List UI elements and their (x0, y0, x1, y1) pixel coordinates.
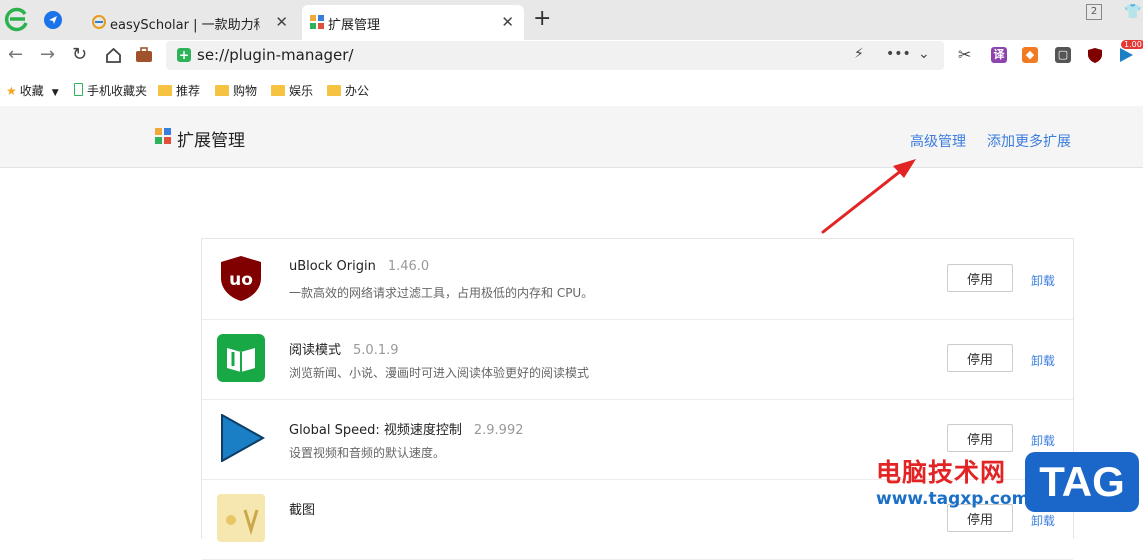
extension-name: Global Speed: 视频速度控制 2.9.992 (289, 419, 524, 438)
extension-name: 截图 (289, 499, 315, 518)
more-icon[interactable]: ••• (886, 46, 911, 62)
extension-row-ublock: uo uBlock Origin 1.46.0 一款高效的网络请求过滤工具，占用极… (202, 239, 1073, 320)
watermark-site-name: 电脑技术网 (876, 458, 1007, 487)
bookmark-folder-office[interactable]: 办公 (327, 82, 369, 99)
extension-name-text: 截图 (289, 503, 316, 518)
address-bar[interactable]: + se://plugin-manager/ ⚡ ••• ⌄ (166, 41, 944, 70)
bookmark-folder-entertainment[interactable]: 娱乐 (271, 82, 313, 99)
folder-icon (215, 85, 229, 96)
extension-manager-logo-icon (155, 128, 171, 144)
folder-icon (158, 85, 172, 96)
home-icon[interactable] (105, 47, 122, 63)
uninstall-link[interactable]: 卸载 (1031, 352, 1055, 369)
extension-row-reading-mode: 阅读模式 5.0.1.9 浏览新闻、小说、漫画时可进入阅读体验更好的阅读模式 停用… (202, 319, 1073, 400)
game-icon[interactable]: ◆ (1022, 47, 1038, 63)
close-tab-icon[interactable]: ✕ (501, 13, 514, 31)
bookmarks-bar: ★ 收藏 ▼ 手机收藏夹 推荐 购物 娱乐 办公 (0, 73, 1143, 106)
extension-version: 5.0.1.9 (353, 343, 399, 358)
briefcase-icon[interactable] (135, 46, 153, 63)
advanced-management-link[interactable]: 高级管理 (910, 131, 966, 151)
reader-icon[interactable]: ▢ (1055, 47, 1071, 63)
bookmark-label: 手机收藏夹 (87, 84, 148, 98)
bookmark-label: 收藏 (19, 84, 44, 98)
url-text[interactable]: se://plugin-manager/ (197, 46, 353, 64)
skin-icon[interactable]: 👕 (1124, 4, 1141, 20)
easyscholar-favicon-icon (92, 15, 106, 29)
disable-button[interactable]: 停用 (947, 264, 1013, 292)
tab-easyscholar[interactable]: easyScholar | 一款助力科研的 ✕ (84, 5, 298, 40)
bookmark-favorites[interactable]: ★ 收藏 ▼ (6, 82, 59, 99)
star-icon: ★ (6, 84, 17, 98)
disable-button[interactable]: 停用 (947, 424, 1013, 452)
tab-title: easyScholar | 一款助力科研的 (110, 18, 260, 33)
page-header: 扩展管理 高级管理 添加更多扩展 (0, 106, 1143, 168)
extension-version: 2.9.992 (473, 423, 524, 438)
phone-icon (74, 83, 83, 96)
speed-icon[interactable] (1118, 47, 1134, 63)
folder-icon (327, 85, 341, 96)
uninstall-link[interactable]: 卸载 (1031, 272, 1055, 289)
extension-description: 设置视频和音频的默认速度。 (289, 446, 446, 460)
scissors-icon[interactable]: ✂ (958, 45, 971, 64)
translate-icon[interactable]: 译 (991, 47, 1007, 63)
bookmark-folder-shopping[interactable]: 购物 (215, 82, 257, 99)
disable-button[interactable]: 停用 (947, 344, 1013, 372)
browser-logo-icon[interactable] (4, 6, 30, 32)
extension-version: 1.46.0 (387, 259, 430, 274)
play-triangle-icon (221, 414, 265, 462)
dropdown-icon[interactable]: ▼ (52, 88, 59, 98)
extension-name: uBlock Origin 1.46.0 (289, 259, 429, 274)
tab-extension-manager[interactable]: 扩展管理 ✕ (302, 5, 524, 40)
back-icon[interactable]: ← (8, 44, 23, 65)
bookmark-label: 娱乐 (289, 84, 314, 98)
extension-favicon-icon (310, 15, 324, 29)
chevron-down-icon[interactable]: ⌄ (918, 46, 930, 62)
speed-badge: 1.00 (1121, 40, 1143, 49)
extension-description: 一款高效的网络请求过滤工具，占用极低的内存和 CPU。 (289, 286, 594, 300)
folder-icon (271, 85, 285, 96)
bookmark-label: 购物 (233, 84, 258, 98)
uninstall-link[interactable]: 卸载 (1031, 512, 1055, 529)
uninstall-link[interactable]: 卸载 (1031, 432, 1055, 449)
close-tab-icon[interactable]: ✕ (275, 13, 288, 31)
extension-name: 阅读模式 5.0.1.9 (289, 339, 399, 358)
watermark-logo: TAG (1025, 452, 1139, 512)
bookmark-label: 推荐 (176, 84, 201, 98)
extension-description: 浏览新闻、小说、漫画时可进入阅读体验更好的阅读模式 (289, 366, 590, 380)
tab-title: 扩展管理 (328, 18, 381, 33)
ublock-icon[interactable] (1087, 47, 1103, 63)
bookmark-mobile[interactable]: 手机收藏夹 (74, 82, 147, 99)
tab-count-badge[interactable]: 2 (1086, 4, 1102, 20)
page-title: 扩展管理 (177, 131, 245, 151)
lightning-icon[interactable]: ⚡ (854, 46, 864, 62)
extension-name-text: Global Speed: 视频速度控制 (289, 423, 462, 438)
bookmark-folder-recommend[interactable]: 推荐 (158, 82, 200, 99)
new-tab-button[interactable]: + (533, 6, 551, 31)
forward-icon[interactable]: → (40, 44, 55, 65)
watermark-url: www.tagxp.com (876, 489, 1030, 509)
tab-strip: easyScholar | 一款助力科研的 ✕ 扩展管理 ✕ + 2 👕 (0, 0, 1143, 40)
extension-name-text: uBlock Origin (289, 259, 376, 274)
security-shield-icon: + (177, 48, 191, 62)
screenshot-icon (217, 494, 265, 542)
reading-mode-icon (217, 334, 265, 382)
toolbar: ← → ↻ + se://plugin-manager/ ⚡ ••• ⌄ ✂ 译… (0, 40, 1143, 73)
svg-text:uo: uo (229, 270, 253, 290)
reload-icon[interactable]: ↻ (72, 44, 87, 65)
navigate-icon[interactable] (44, 11, 62, 29)
ublock-origin-icon: uo (221, 256, 261, 301)
extension-name-text: 阅读模式 (289, 343, 342, 358)
bookmark-label: 办公 (345, 84, 370, 98)
add-more-extensions-link[interactable]: 添加更多扩展 (987, 131, 1071, 151)
